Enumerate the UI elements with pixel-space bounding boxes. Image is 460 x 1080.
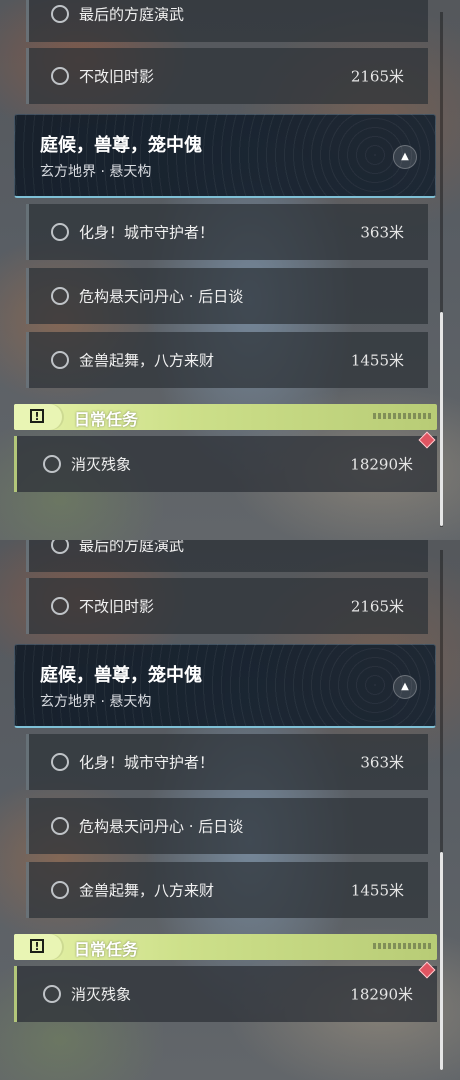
task-status-ring-icon — [51, 817, 69, 835]
daily-tasks-header[interactable]: ! 日常任务 — [14, 404, 437, 430]
task-distance: 2165米 — [350, 597, 404, 616]
task-row[interactable]: 不改旧时影 2165米 — [26, 578, 428, 634]
task-name: 化身！城市守护者！ — [79, 753, 215, 772]
task-row[interactable]: 金兽起舞，八方来财 1455米 — [26, 862, 428, 918]
task-name: 危构悬天问丹心 · 后日谈 — [79, 817, 244, 836]
task-distance: 1455米 — [350, 881, 404, 900]
task-row[interactable]: 危构悬天问丹心 · 后日谈 — [26, 798, 428, 854]
quest-location: 玄方地界 · 悬天构 — [40, 164, 152, 180]
exclamation-icon: ! — [30, 409, 44, 423]
quest-location: 玄方地界 · 悬天构 — [40, 694, 152, 710]
task-distance: 363米 — [360, 753, 404, 772]
scrollbar-thumb[interactable] — [440, 312, 443, 526]
task-name: 最后的方庭演武 — [79, 540, 185, 555]
decorative-stamp — [373, 943, 431, 949]
quest-tracker-panel-bottom: 最后的方庭演武 不改旧时影 2165米 庭候，兽尊，笼中傀 玄方地界 · 悬天构… — [0, 540, 460, 1080]
quest-tracker-panel-top: 最后的方庭演武 不改旧时影 2165米 庭候，兽尊，笼中傀 玄方地界 · 悬天构… — [0, 0, 460, 540]
task-status-ring-icon — [51, 351, 69, 369]
decorative-stamp — [373, 413, 431, 419]
task-row-prev[interactable]: 最后的方庭演武 — [26, 0, 428, 42]
task-row[interactable]: 金兽起舞，八方来财 1455米 — [26, 332, 428, 388]
task-row[interactable]: 危构悬天问丹心 · 后日谈 — [26, 268, 428, 324]
daily-badge: ! — [14, 934, 62, 960]
chevron-up-icon[interactable]: ▲ — [393, 675, 417, 699]
daily-task-row[interactable]: 消灭残象 18290米 — [14, 966, 437, 1022]
task-status-ring-icon — [51, 67, 69, 85]
task-distance: 2165米 — [350, 67, 404, 86]
task-status-ring-icon — [51, 5, 69, 23]
task-row[interactable]: 化身！城市守护者！ 363米 — [26, 204, 428, 260]
task-name: 消灭残象 — [71, 985, 132, 1004]
task-distance: 18290米 — [350, 455, 413, 474]
quest-title: 庭候，兽尊，笼中傀 — [40, 665, 202, 686]
task-status-ring-icon — [51, 287, 69, 305]
chevron-up-icon[interactable]: ▲ — [393, 145, 417, 169]
task-status-ring-icon — [43, 985, 61, 1003]
quest-title: 庭候，兽尊，笼中傀 — [40, 135, 202, 156]
quest-header[interactable]: 庭候，兽尊，笼中傀 玄方地界 · 悬天构 ▲ — [14, 644, 436, 728]
scrollbar-thumb[interactable] — [440, 852, 443, 1070]
task-name: 不改旧时影 — [79, 597, 155, 616]
task-name: 金兽起舞，八方来财 — [79, 881, 215, 900]
task-row[interactable]: 不改旧时影 2165米 — [26, 48, 428, 104]
task-status-ring-icon — [51, 540, 69, 554]
task-name: 最后的方庭演武 — [79, 5, 185, 24]
task-name: 金兽起舞，八方来财 — [79, 351, 215, 370]
task-status-ring-icon — [51, 597, 69, 615]
daily-tasks-header[interactable]: ! 日常任务 — [14, 934, 437, 960]
daily-task-row[interactable]: 消灭残象 18290米 — [14, 436, 437, 492]
task-name: 化身！城市守护者！ — [79, 223, 215, 242]
task-row-prev[interactable]: 最后的方庭演武 — [26, 540, 428, 572]
task-distance: 363米 — [360, 223, 404, 242]
task-name: 不改旧时影 — [79, 67, 155, 86]
task-row[interactable]: 化身！城市守护者！ 363米 — [26, 734, 428, 790]
task-distance: 18290米 — [350, 985, 413, 1004]
task-status-ring-icon — [43, 455, 61, 473]
task-status-ring-icon — [51, 223, 69, 241]
task-name: 危构悬天问丹心 · 后日谈 — [79, 287, 244, 306]
daily-badge: ! — [14, 404, 62, 430]
exclamation-icon: ! — [30, 939, 44, 953]
task-status-ring-icon — [51, 753, 69, 771]
daily-tasks-title: 日常任务 — [74, 410, 139, 429]
task-status-ring-icon — [51, 881, 69, 899]
task-distance: 1455米 — [350, 351, 404, 370]
daily-tasks-title: 日常任务 — [74, 940, 139, 959]
quest-header[interactable]: 庭候，兽尊，笼中傀 玄方地界 · 悬天构 ▲ — [14, 114, 436, 198]
task-name: 消灭残象 — [71, 455, 132, 474]
